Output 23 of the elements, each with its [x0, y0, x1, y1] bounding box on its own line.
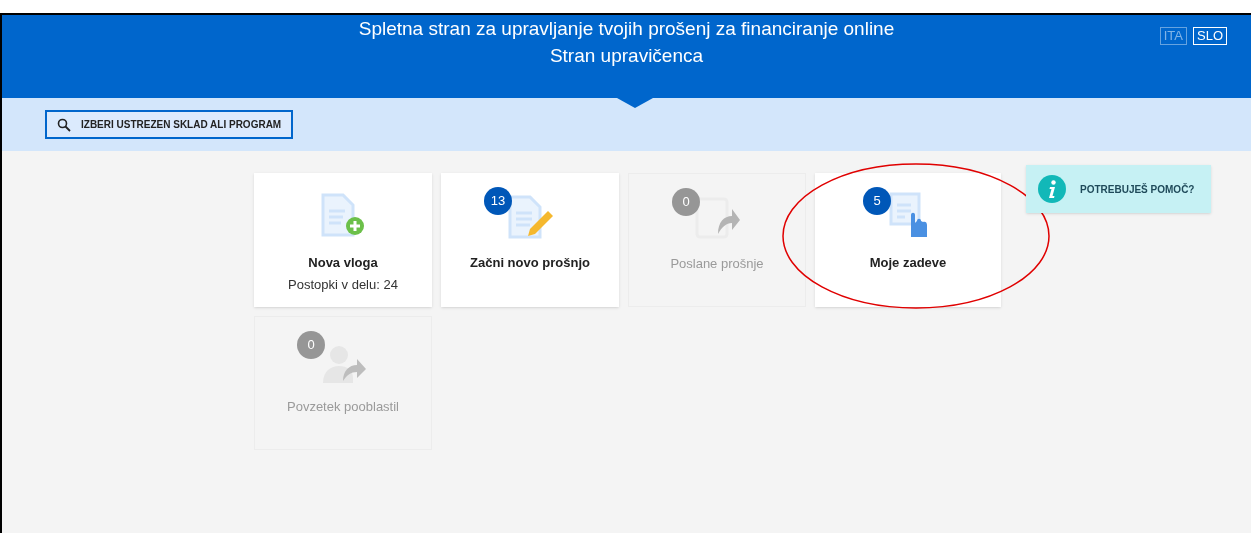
- language-button[interactable]: SLO: [1193, 27, 1227, 45]
- search-button[interactable]: IZBERI USTREZEN SKLAD ALI PROGRAM: [45, 110, 294, 139]
- page-subtitle: Stran upravičenca: [549, 44, 704, 68]
- count-badge: 0: [672, 188, 700, 216]
- document-arrow-icon: [694, 196, 740, 240]
- tile-card[interactable]: 13 Začni novo prošnjo: [441, 173, 619, 307]
- help-button[interactable]: POTREBUJEŠ POMOČ?: [1026, 165, 1211, 213]
- tile-title: Povzetek pooblastil: [287, 398, 399, 416]
- count-badge: 13: [484, 187, 512, 215]
- tile-title: Poslane prošnje: [670, 255, 764, 273]
- site-title: Spletna stran za upravljanje tvojih prošenj za financiranje online: [358, 17, 895, 41]
- tile-card[interactable]: 5 Moje zadeve: [815, 173, 1001, 307]
- info-icon: [1038, 175, 1066, 203]
- count-badge: 5: [863, 187, 891, 215]
- tile-title: Začni novo prošnjo: [470, 254, 590, 272]
- document-plus-icon: [321, 193, 365, 239]
- tile-title: Nova vloga: [308, 254, 378, 272]
- search-icon: [57, 117, 71, 132]
- tile-subtitle: Postopki v delu: 24: [288, 275, 398, 294]
- count-badge: 0: [297, 331, 325, 359]
- document-pencil-icon: [506, 193, 554, 239]
- tile-title: Moje zadeve: [869, 254, 947, 272]
- tile-card[interactable]: Nova vloga Postopki v delu: 24: [254, 173, 432, 307]
